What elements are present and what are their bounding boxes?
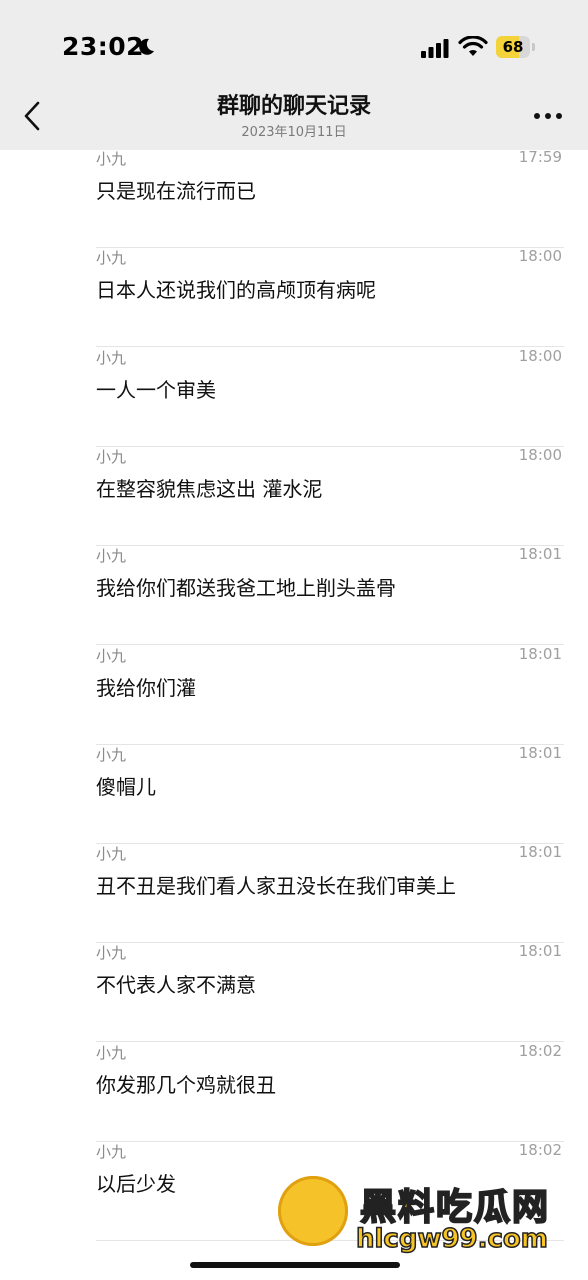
message-item[interactable]: 小九 18:00 在整容貌焦虑这出 灌水泥 (96, 446, 564, 546)
message-text: 日本人还说我们的高颅顶有病呢 (96, 278, 376, 303)
message-text: 以后少发 (96, 1172, 176, 1196)
message-item[interactable]: 小九 18:01 不代表人家不满意 (96, 942, 564, 1043)
message-sender: 小九 (96, 646, 127, 665)
message-sender: 小九 (96, 1143, 127, 1161)
message-item[interactable]: 小九 18:02 你发那几个鸡就很丑 (96, 1042, 564, 1142)
message-item[interactable]: 小九 18:01 我给你们灌 (96, 645, 564, 745)
message-time: 18:01 (518, 743, 562, 762)
message-sender: 小九 (96, 249, 127, 268)
watermark-title: 黑料吃瓜网 (359, 1186, 551, 1229)
page-title: 群聊的聊天记录 (216, 94, 371, 119)
message-list[interactable]: 小九 17:59 只是现在流行而已 小九 18:00 日本人还说我们的高颅顶有病呢 小九 18… (0, 150, 588, 1280)
moon-icon (139, 38, 154, 55)
message-sender: 小九 (96, 447, 127, 466)
status-time: 23:02 (62, 32, 145, 61)
wifi-icon (458, 36, 488, 56)
watermark-logo (278, 1176, 348, 1246)
nav-bar: 群聊的聊天记录 2023年10月11日 (0, 92, 588, 150)
message-sender: 小九 (96, 150, 127, 168)
message-time: 18:01 (518, 942, 562, 961)
message-item[interactable]: 小九 17:59 只是现在流行而已 (96, 150, 564, 248)
message-text: 只是现在流行而已 (96, 179, 256, 203)
message-text: 我给你们灌 (96, 675, 196, 700)
message-text: 你发那几个鸡就很丑 (96, 1072, 276, 1097)
message-time: 18:00 (518, 247, 562, 266)
message-item[interactable]: 小九 18:00 一人一个审美 (96, 347, 564, 447)
message-text: 丑不丑是我们看人家丑没长在我们审美上 (96, 874, 456, 899)
message-item[interactable]: 小九 18:00 日本人还说我们的高颅顶有病呢 (96, 247, 564, 348)
more-dots-icon[interactable] (533, 112, 563, 120)
message-item[interactable]: 小九 18:01 丑不丑是我们看人家丑没长在我们审美上 (96, 843, 564, 944)
message-sender: 小九 (96, 348, 127, 367)
message-time: 18:00 (518, 445, 562, 464)
battery-icon: 68 (496, 36, 530, 58)
message-text: 我给你们都送我爸工地上削头盖骨 (96, 576, 396, 601)
battery-cap (532, 43, 535, 51)
message-text: 在整容貌焦虑这出 灌水泥 (96, 476, 323, 501)
message-text: 傻帽儿 (96, 774, 156, 799)
battery-level: 68 (502, 38, 524, 56)
message-sender: 小九 (96, 745, 127, 764)
chat-date: 2023年10月11日 (241, 125, 347, 140)
message-time: 18:02 (518, 1041, 562, 1060)
message-sender: 小九 (96, 547, 127, 566)
home-indicator[interactable] (190, 1262, 400, 1268)
message-text: 不代表人家不满意 (96, 973, 256, 998)
signal-icon (421, 39, 449, 58)
message-time: 18:01 (518, 644, 562, 663)
status-bar: 23:02 68 (0, 0, 588, 92)
message-time: 18:01 (518, 843, 562, 862)
message-text: 一人一个审美 (96, 377, 216, 402)
watermark: 黑料吃瓜网 hlcgw99.com (278, 1170, 578, 1270)
message-sender: 小九 (96, 1043, 127, 1062)
message-time: 17:59 (518, 150, 562, 166)
message-sender: 小九 (96, 845, 127, 864)
message-sender: 小九 (96, 944, 127, 963)
message-time: 18:02 (518, 1141, 562, 1159)
message-item[interactable]: 小九 18:01 我给你们都送我爸工地上削头盖骨 (96, 545, 564, 646)
message-time: 18:01 (518, 545, 562, 564)
message-time: 18:00 (518, 346, 562, 365)
message-item[interactable]: 小九 18:01 傻帽儿 (96, 744, 564, 844)
watermark-url: hlcgw99.com (355, 1223, 548, 1255)
